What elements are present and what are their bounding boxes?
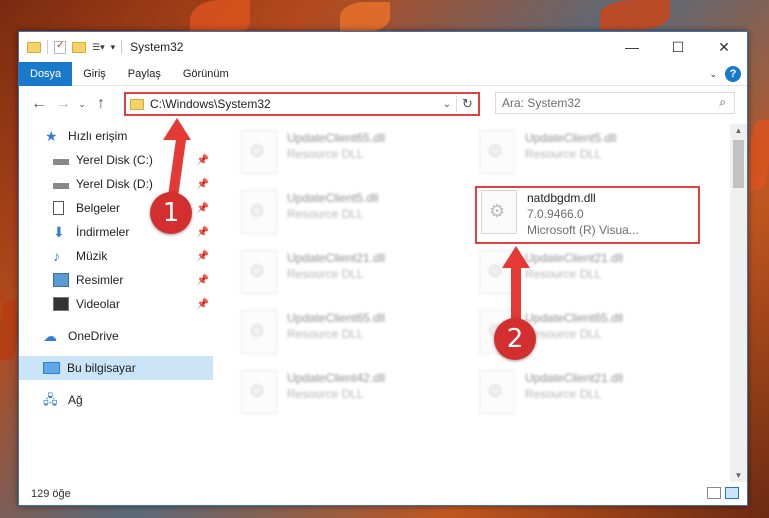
refresh-icon[interactable]: ↻ [456,96,478,112]
dll-file-icon [241,190,277,234]
list-item[interactable]: UpdateClient65.dllResource DLL [241,130,471,180]
address-dropdown-icon[interactable]: ⌄ [438,99,456,110]
maximize-button[interactable]: ☐ [655,32,701,62]
new-folder-icon[interactable] [72,41,86,53]
tab-giris[interactable]: Giriş [72,62,117,86]
file-list: UpdateClient65.dllResource DLL UpdateCli… [219,124,729,470]
dll-file-icon [241,310,277,354]
navigation-bar: ← → ⌄ ↑ C:\Windows\System32 ⌄ ↻ Ara: Sys… [19,86,747,122]
sidebar-item-music[interactable]: ♪ Müzik 📌 [19,244,213,268]
back-arrow-icon[interactable]: ← [27,95,51,113]
tab-gorunum[interactable]: Görünüm [172,62,240,86]
drive-icon [53,183,69,189]
explorer-window: ☰▾ ▾ System32 — ☐ ✕ Dosya Giriş Paylaş G… [18,31,748,506]
annotation-arrow-1-head [163,118,191,140]
file-version: 7.0.9466.0 [527,207,584,221]
download-icon: ⬇ [53,224,65,240]
file-description: Microsoft (R) Visua... [527,223,639,237]
address-path[interactable]: C:\Windows\System32 [150,97,438,111]
tiles-view-icon[interactable] [725,487,739,499]
annotation-arrow-2-shaft [511,266,521,322]
annotation-badge-2: 2 [494,318,536,360]
background-leaf [600,0,670,30]
documents-icon [53,201,64,215]
list-item[interactable]: UpdateClient5.dllResource DLL [241,190,471,240]
annotation-badge-1: 1 [150,192,192,234]
star-icon: ★ [45,128,58,144]
sidebar-item-network[interactable]: 🖧 Ağ [19,388,213,412]
pin-icon[interactable]: 📌 [197,299,209,310]
pin-icon[interactable]: 📌 [197,179,209,190]
dll-file-icon [241,370,277,414]
tab-paylas[interactable]: Paylaş [117,62,172,86]
tab-dosya[interactable]: Dosya [19,61,73,86]
title-bar: ☰▾ ▾ System32 — ☐ ✕ [19,32,747,62]
list-item[interactable]: UpdateClient21.dllResource DLL [479,370,709,420]
pictures-icon [53,273,69,287]
qat-dropdown-icon[interactable]: ▾ [111,42,116,53]
file-name: natdbgdm.dll [527,191,596,205]
address-bar[interactable]: C:\Windows\System32 ⌄ ↻ [124,92,480,116]
pin-icon[interactable]: 📌 [197,275,209,286]
search-icon[interactable]: ⌕ [719,95,726,110]
folder-icon [130,98,144,110]
dll-file-icon [481,190,517,234]
computer-icon [43,362,60,374]
pin-icon[interactable]: 📌 [197,155,209,166]
list-item[interactable]: UpdateClient65.dllResource DLL [241,310,471,360]
properties-icon[interactable] [54,40,66,54]
details-view-icon[interactable] [707,487,721,499]
annotation-arrow-2-head [502,246,530,268]
window-title: System32 [130,40,184,54]
sidebar-item-disk-d[interactable]: Yerel Disk (D:) 📌 [19,172,213,196]
recent-dropdown-icon[interactable]: ⌄ [75,99,89,110]
sidebar-item-pictures[interactable]: Resimler 📌 [19,268,213,292]
search-placeholder: Ara: System32 [502,96,581,110]
scroll-up-icon[interactable]: ▲ [730,126,747,135]
scroll-thumb[interactable] [733,140,744,188]
background-leaf [340,2,390,32]
drive-icon [53,159,69,165]
quick-access-toolbar: ☰▾ ▾ [19,40,123,54]
cloud-icon: ☁ [43,328,57,344]
video-icon [53,297,69,311]
music-icon: ♪ [53,248,60,264]
minimize-button[interactable]: — [609,32,655,62]
dll-file-icon [241,130,277,174]
up-arrow-icon[interactable]: ↑ [89,95,113,113]
folder-icon [27,41,41,53]
navigation-pane: ★ Hızlı erişim Yerel Disk (C:) 📌 Yerel D… [19,124,213,470]
network-icon: 🖧 [43,392,58,407]
list-item[interactable]: UpdateClient21.dllResource DLL [241,250,471,300]
customize-icon[interactable]: ☰▾ [92,42,105,53]
list-item[interactable]: UpdateClient5.dllResource DLL [479,130,709,180]
pin-icon[interactable]: 📌 [197,203,209,214]
highlighted-file-natdbgdm[interactable]: natdbgdm.dll 7.0.9466.0 Microsoft (R) Vi… [475,186,700,244]
close-button[interactable]: ✕ [701,32,747,62]
scroll-down-icon[interactable]: ▼ [730,471,747,480]
ribbon-tabs: Dosya Giriş Paylaş Görünüm ⌄ ? [19,61,747,86]
dll-file-icon [479,130,515,174]
item-count: 129 öğe [31,488,71,500]
sidebar-item-videos[interactable]: Videolar 📌 [19,292,213,316]
list-item[interactable]: UpdateClient42.dllResource DLL [241,370,471,420]
sidebar-item-onedrive[interactable]: ☁ OneDrive [19,324,213,348]
pin-icon[interactable]: 📌 [197,251,209,262]
dll-file-icon [479,370,515,414]
expand-ribbon-icon[interactable]: ⌄ [709,69,717,80]
dll-file-icon [241,250,277,294]
forward-arrow-icon[interactable]: → [51,95,75,113]
vertical-scrollbar[interactable]: ▲ ▼ [730,124,747,482]
background-leaf [750,120,769,190]
sidebar-item-this-pc[interactable]: Bu bilgisayar [19,356,213,380]
search-input[interactable]: Ara: System32 ⌕ [495,92,735,114]
help-icon[interactable]: ? [725,66,741,82]
background-leaf [0,300,18,360]
status-bar: 129 öğe [19,483,747,505]
pin-icon[interactable]: 📌 [197,227,209,238]
